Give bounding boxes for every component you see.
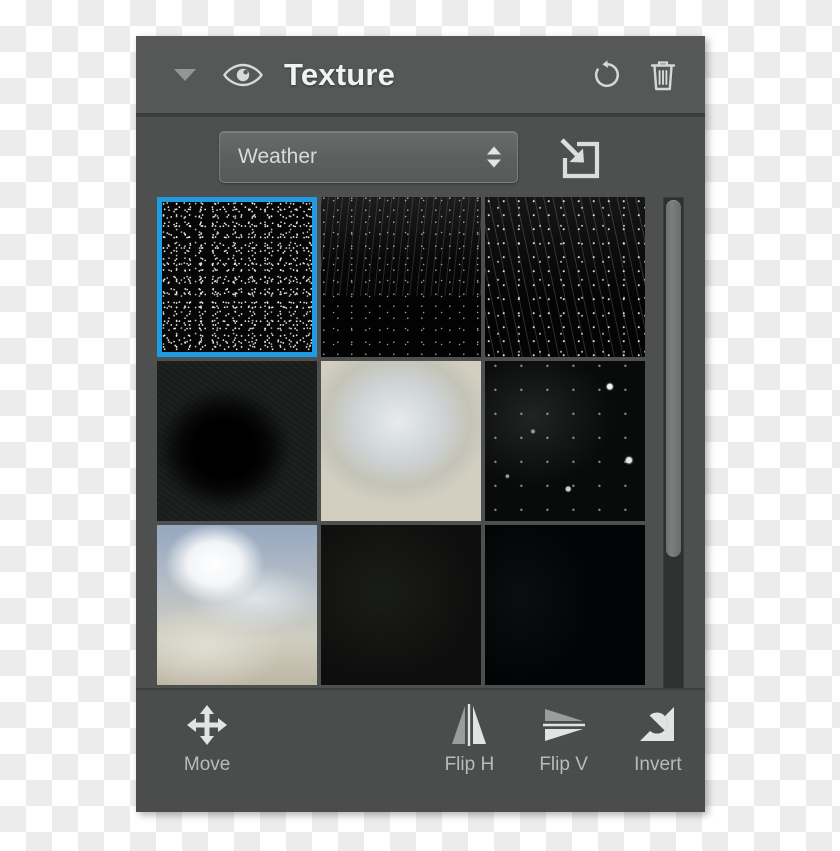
flip-horizontal-glyph xyxy=(452,704,487,746)
move-glyph xyxy=(187,705,228,745)
move-button[interactable]: Move xyxy=(160,702,254,776)
texture-thumbnail-1[interactable] xyxy=(321,197,481,357)
flip-horizontal-label: Flip H xyxy=(444,754,495,775)
texture-set-select[interactable]: Weather xyxy=(219,131,518,183)
frost-grain-texture xyxy=(321,361,481,521)
bokeh-specks-texture xyxy=(485,361,645,521)
move-arrows-icon xyxy=(185,702,229,748)
trash-icon[interactable] xyxy=(645,57,681,93)
stepper-up-arrow-icon[interactable] xyxy=(487,146,501,155)
page-title: Texture xyxy=(284,56,396,92)
texture-thumbnail-4[interactable] xyxy=(321,361,481,521)
texture-set-value: Weather xyxy=(238,145,317,168)
texture-grid-area xyxy=(157,197,684,692)
import-into-square-icon[interactable] xyxy=(551,130,605,184)
cloudy-sky-texture xyxy=(157,525,317,685)
invert-icon xyxy=(636,702,680,748)
stepper-arrows[interactable] xyxy=(487,146,501,168)
chevron-down-glyph xyxy=(174,68,196,81)
flip-horizontal-icon xyxy=(446,702,492,748)
flip-vertical-label: Flip V xyxy=(539,754,588,775)
texture-grid xyxy=(157,197,653,692)
texture-thumbnail-7[interactable] xyxy=(321,525,481,685)
texture-thumbnail-6[interactable] xyxy=(157,525,317,685)
reset-circular-arrow-icon[interactable] xyxy=(589,57,625,93)
eye-glyph xyxy=(223,63,263,86)
invert-button[interactable]: Invert xyxy=(611,702,705,776)
grid-scrollbar[interactable] xyxy=(663,197,684,692)
snow-streak-texture xyxy=(485,197,645,357)
texture-thumbnail-3[interactable] xyxy=(157,361,317,521)
chevron-down-icon[interactable] xyxy=(174,64,196,86)
texture-thumbnail-2[interactable] xyxy=(485,197,645,357)
move-label: Move xyxy=(183,754,231,775)
reset-glyph xyxy=(594,59,619,87)
stepper-down-arrow-icon[interactable] xyxy=(487,159,501,168)
texture-panel: Texture Weather Move Flip H Flip V Inver… xyxy=(136,36,705,812)
preset-row: Weather xyxy=(136,117,705,197)
texture-thumbnail-8[interactable] xyxy=(485,525,645,685)
bottom-toolbar: Move Flip H Flip V Invert xyxy=(136,688,705,812)
invert-label: Invert xyxy=(634,754,682,775)
flip-vertical-button[interactable]: Flip V xyxy=(517,702,611,776)
flip-vertical-glyph xyxy=(542,709,585,741)
near-black-texture xyxy=(321,525,481,685)
flip-vertical-icon xyxy=(541,702,587,748)
scrollbar-thumb[interactable] xyxy=(666,200,681,558)
speck-arc-texture xyxy=(485,525,645,685)
panel-header: Texture xyxy=(136,36,705,117)
texture-thumbnail-5[interactable] xyxy=(485,361,645,521)
header-actions xyxy=(589,57,681,93)
trash-glyph xyxy=(650,60,676,90)
texture-thumbnail-0[interactable] xyxy=(157,197,317,357)
dark-vignette-blob-texture xyxy=(157,361,317,521)
flip-horizontal-button[interactable]: Flip H xyxy=(422,702,516,776)
import-glyph xyxy=(560,138,600,179)
dense-starfield-texture xyxy=(162,202,312,352)
eye-icon[interactable] xyxy=(222,60,264,90)
invert-glyph xyxy=(639,707,674,741)
rain-fade-texture xyxy=(321,197,481,357)
